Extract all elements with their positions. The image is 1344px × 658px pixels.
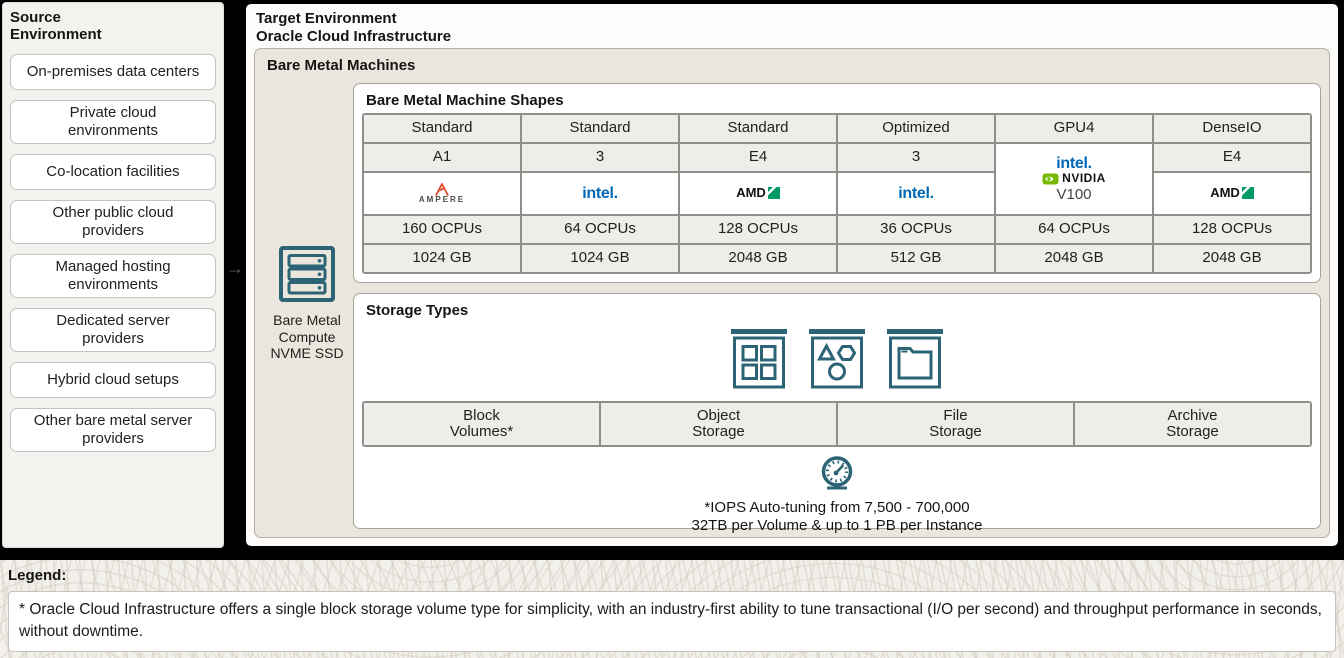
- ampere-logo-icon: [431, 182, 453, 196]
- table-header-cell: Standard: [522, 115, 678, 142]
- gpu-model-label: V100: [1056, 187, 1091, 204]
- block-storage-icon: [730, 329, 788, 389]
- vendor-cell: AMD: [1154, 173, 1310, 214]
- storage-type-cell: Archive Storage: [1075, 403, 1310, 445]
- gauge-icon: [819, 455, 855, 491]
- machine-shapes-table: Standard Standard Standard Optimized GPU…: [362, 113, 1312, 274]
- list-item: Private cloud environments: [10, 100, 216, 144]
- intel-logo: intel.: [582, 185, 618, 203]
- nvidia-logo-icon: [1042, 173, 1059, 185]
- file-storage-icon: [886, 329, 944, 389]
- vendor-cell: intel.: [522, 173, 678, 214]
- shape-cell: E4: [680, 144, 836, 171]
- intel-logo: intel.: [1056, 155, 1092, 173]
- bare-metal-compute-block: Bare Metal Compute NVME SSD: [257, 245, 357, 362]
- list-item: Dedicated server providers: [10, 308, 216, 352]
- memory-cell: 1024 GB: [364, 245, 520, 272]
- shapes-panel-title: Bare Metal Machine Shapes: [354, 84, 1320, 113]
- list-item: Other public cloud providers: [10, 200, 216, 244]
- target-title-line2: Oracle Cloud Infrastructure: [256, 28, 1338, 46]
- table-header-cell: Standard: [364, 115, 520, 142]
- bare-metal-machines-title: Bare Metal Machines: [255, 49, 1329, 74]
- list-item: Co-location facilities: [10, 154, 216, 190]
- storage-types-panel: Storage Types: [353, 293, 1321, 529]
- shape-cell: A1: [364, 144, 520, 171]
- list-item: On-premises data centers: [10, 54, 216, 90]
- iops-note-line1: *IOPS Auto-tuning from 7,500 - 700,000: [354, 499, 1320, 517]
- legend-text: * Oracle Cloud Infrastructure offers a s…: [8, 591, 1336, 652]
- storage-types-row: Block Volumes* Object Storage File Stora…: [362, 401, 1312, 447]
- ocpu-cell: 160 OCPUs: [364, 216, 520, 243]
- amd-logo-icon: [768, 187, 780, 199]
- ocpu-cell: 128 OCPUs: [1154, 216, 1310, 243]
- iops-note: *IOPS Auto-tuning from 7,500 - 700,000 3…: [354, 455, 1320, 535]
- intel-logo: intel.: [898, 185, 934, 203]
- bare-metal-machine-shapes-panel: Bare Metal Machine Shapes Standard Stand…: [353, 83, 1321, 283]
- target-title-line1: Target Environment: [256, 10, 1338, 28]
- bare-metal-compute-label: Bare Metal Compute NVME SSD: [257, 312, 357, 362]
- bare-metal-machines-panel: Bare Metal Machines Bare Metal Compute N…: [254, 48, 1330, 538]
- shape-cell: 3: [838, 144, 994, 171]
- iops-note-line2: 32TB per Volume & up to 1 PB per Instanc…: [354, 517, 1320, 535]
- storage-type-cell: Block Volumes*: [364, 403, 599, 445]
- gpu4-vendor-cell: intel. NVIDIA V100: [996, 144, 1152, 214]
- legend-title: Legend:: [8, 567, 1336, 584]
- target-environment-panel: Target Environment Oracle Cloud Infrastr…: [246, 4, 1338, 546]
- server-rack-icon: [278, 245, 336, 303]
- flow-arrow-icon: →: [222, 259, 248, 277]
- source-environment-list: On-premises data centers Private cloud e…: [10, 54, 216, 452]
- memory-cell: 2048 GB: [680, 245, 836, 272]
- source-environment-panel: Source Environment On-premises data cent…: [2, 2, 224, 548]
- amd-logo-text: AMD: [736, 186, 766, 200]
- shape-cell: E4: [1154, 144, 1310, 171]
- ocpu-cell: 128 OCPUs: [680, 216, 836, 243]
- storage-type-cell: Object Storage: [601, 403, 836, 445]
- memory-cell: 2048 GB: [996, 245, 1152, 272]
- memory-cell: 1024 GB: [522, 245, 678, 272]
- target-environment-title: Target Environment Oracle Cloud Infrastr…: [246, 4, 1338, 45]
- ampere-logo-text: AMPERE: [419, 196, 465, 205]
- memory-cell: 512 GB: [838, 245, 994, 272]
- table-header-cell: Standard: [680, 115, 836, 142]
- table-header-cell: GPU4: [996, 115, 1152, 142]
- storage-panel-title: Storage Types: [354, 294, 1320, 323]
- table-header-cell: DenseIO: [1154, 115, 1310, 142]
- list-item: Managed hosting environments: [10, 254, 216, 298]
- object-storage-icon: [808, 329, 866, 389]
- memory-cell: 2048 GB: [1154, 245, 1310, 272]
- legend-section: Legend: * Oracle Cloud Infrastructure of…: [0, 560, 1344, 658]
- vendor-cell: AMPERE: [364, 173, 520, 214]
- ocpu-cell: 64 OCPUs: [522, 216, 678, 243]
- ocpu-cell: 64 OCPUs: [996, 216, 1152, 243]
- shape-cell: 3: [522, 144, 678, 171]
- ocpu-cell: 36 OCPUs: [838, 216, 994, 243]
- amd-logo-text: AMD: [1210, 186, 1240, 200]
- amd-logo-icon: [1242, 187, 1254, 199]
- table-header-cell: Optimized: [838, 115, 994, 142]
- vendor-cell: intel.: [838, 173, 994, 214]
- nvidia-logo-text: NVIDIA: [1062, 172, 1106, 185]
- vendor-cell: AMD: [680, 173, 836, 214]
- storage-type-cell: File Storage: [838, 403, 1073, 445]
- source-environment-title: Source Environment: [10, 9, 130, 44]
- list-item: Hybrid cloud setups: [10, 362, 216, 398]
- list-item: Other bare metal server providers: [10, 408, 216, 452]
